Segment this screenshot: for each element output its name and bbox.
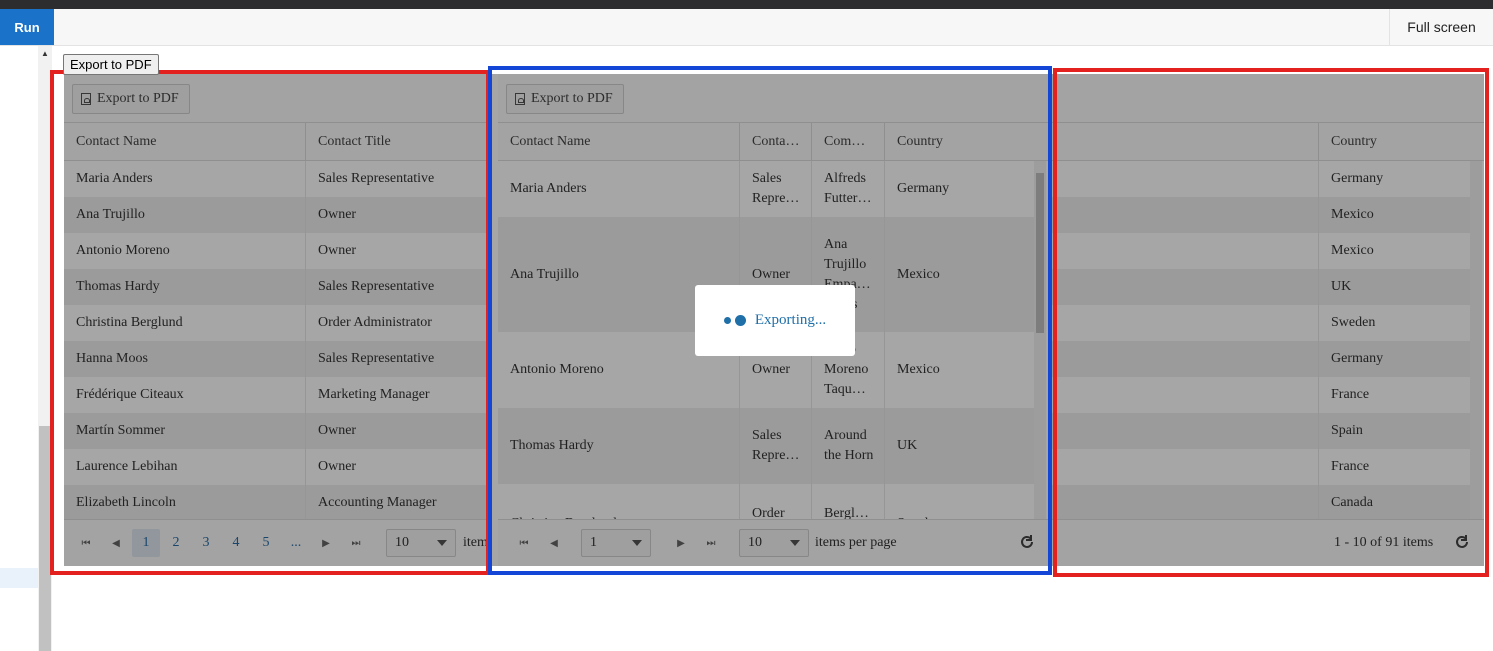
editor-toolbar <box>0 9 1493 46</box>
annotation-frame-left <box>50 70 490 575</box>
full-screen-button[interactable]: Full screen <box>1389 9 1493 45</box>
left-panel-highlight <box>0 568 38 588</box>
left-panel <box>0 46 38 651</box>
export-to-pdf-native-button[interactable]: Export to PDF <box>63 54 159 75</box>
annotation-frame-middle <box>488 66 1052 575</box>
run-button[interactable]: Run <box>0 9 54 45</box>
annotation-frame-right <box>1053 68 1489 577</box>
window-top-bar <box>0 0 1493 9</box>
scroll-up-icon[interactable]: ▲ <box>41 49 49 58</box>
